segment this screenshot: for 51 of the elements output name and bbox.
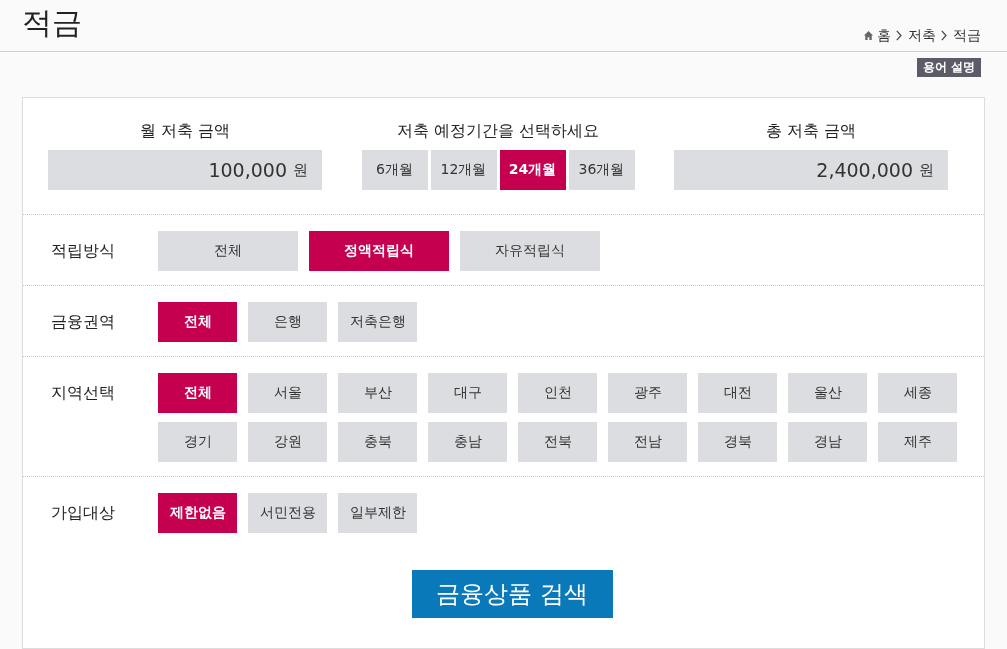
field-label: 저축 예정기간을 선택하세요 [396,120,600,142]
breadcrumb-link[interactable]: 적금 [953,26,981,44]
currency-unit: 원 [293,160,308,180]
field-label: 총 저축 금액 [765,120,857,142]
filter-option[interactable]: 울산 [788,373,867,413]
filter-option[interactable]: 광주 [608,373,687,413]
filter-option[interactable]: 경북 [698,422,777,462]
filter-label: 가입대상 [51,502,116,524]
period-option[interactable]: 24개월 [499,150,566,190]
breadcrumb-link[interactable]: 저축 [908,26,936,44]
currency-unit: 원 [919,160,934,180]
period-option[interactable]: 36개월 [568,150,635,190]
search-button[interactable]: 금융상품 검색 [411,570,613,618]
filter-option[interactable]: 세종 [878,373,957,413]
filter-option[interactable]: 전남 [608,422,687,462]
filter-option[interactable]: 강원 [248,422,327,462]
field-label: 월 저축 금액 [139,120,231,142]
filter-option[interactable]: 서울 [248,373,327,413]
filter-option[interactable]: 경남 [788,422,867,462]
filter-option[interactable]: 대구 [428,373,507,413]
filter-option[interactable]: 전체 [158,373,237,413]
filter-label: 지역선택 [51,382,116,404]
filter-option[interactable]: 저축은행 [338,302,417,342]
filter-option[interactable]: 은행 [248,302,327,342]
chevron-icon [896,29,902,41]
amount-value: 100,000 [208,159,287,181]
chevron-icon [941,29,947,41]
filter-option[interactable]: 인천 [518,373,597,413]
filter-option[interactable]: 전체 [158,231,298,271]
period-option[interactable]: 6개월 [361,150,428,190]
breadcrumb-link[interactable]: 홈 [877,26,891,44]
filter-option[interactable]: 일부제한 [338,493,417,533]
amount-value: 2,400,000 [816,159,913,181]
home-icon [864,30,873,40]
filter-option[interactable]: 부산 [338,373,417,413]
period-option[interactable]: 12개월 [430,150,497,190]
filter-option[interactable]: 정액적립식 [309,231,449,271]
filter-option[interactable]: 경기 [158,422,237,462]
filter-label: 금융권역 [51,311,116,333]
filter-option[interactable]: 제주 [878,422,957,462]
filter-label: 적립방식 [51,240,116,262]
filter-option[interactable]: 제한없음 [158,493,237,533]
filter-option[interactable]: 충남 [428,422,507,462]
page-title: 적금 [22,4,82,41]
filter-option[interactable]: 서민전용 [248,493,327,533]
glossary-button[interactable]: 용어 설명 [916,58,981,77]
filter-option[interactable]: 자유적립식 [460,231,600,271]
filter-option[interactable]: 충북 [338,422,417,462]
filter-option[interactable]: 전북 [518,422,597,462]
filter-option[interactable]: 전체 [158,302,237,342]
filter-option[interactable]: 대전 [698,373,777,413]
